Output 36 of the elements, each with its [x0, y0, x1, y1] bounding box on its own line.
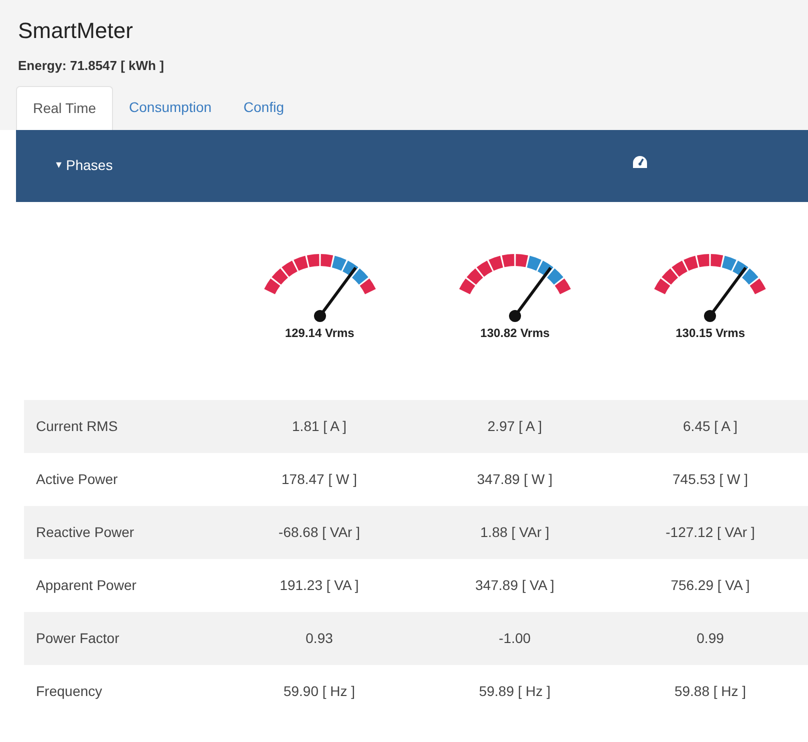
caret-icon: ▾: [56, 157, 62, 174]
row-label: Reactive Power: [35, 522, 136, 542]
table-cell-text: 347.89 [ VA ]: [474, 576, 556, 595]
table-cell-text: 745.53 [ W ]: [672, 470, 749, 489]
tab[interactable]: Consumption: [113, 86, 228, 130]
table-cell-text: 347.89 [ W ]: [476, 470, 554, 489]
table-cell-text: -1.00: [498, 628, 532, 648]
app-title: SmartMeter: [17, 17, 134, 45]
dashboard-icon: [632, 154, 648, 168]
gauge-reading: 130.82 Vrms: [480, 324, 550, 342]
table-cell-text: 2.97 [ A ]: [486, 416, 544, 436]
table-cell-text: 1.81 [ A ]: [291, 416, 348, 436]
tab[interactable]: Config: [228, 86, 300, 130]
gauge-reading: 130.15 Vrms: [676, 324, 746, 342]
table-cell-text: -127.12 [ VAr ]: [664, 522, 756, 542]
row-label: Apparent Power: [35, 576, 138, 595]
row-label: Frequency: [35, 682, 104, 701]
table-cell-text: 0.99: [696, 628, 725, 648]
table-cell-text: -68.68 [ VAr ]: [278, 522, 361, 542]
table-cell-text: 178.47 [ W ]: [280, 470, 358, 489]
row-label: Power Factor: [35, 628, 120, 648]
energy-reading: Energy: 71.8547 [ kWh ]: [18, 57, 165, 75]
tab[interactable]: Real Time: [16, 86, 114, 130]
table-cell-text: 0.93: [304, 628, 334, 648]
panel-header[interactable]: ▾ Phases: [16, 130, 808, 202]
panel-title: Phases: [66, 156, 113, 175]
table-cell-text: 756.29 [ VA ]: [670, 576, 751, 595]
row-label: Active Power: [35, 470, 119, 488]
table-cell-text: 191.23 [ VA ]: [278, 576, 360, 595]
gauge-reading: 129.14 Vrms: [284, 324, 354, 342]
row-label: Current RMS: [35, 416, 119, 436]
table-cell-text: 59.88 [ Hz ]: [673, 682, 748, 701]
table-cell-text: 1.88 [ VAr ]: [479, 522, 550, 542]
table-cell-text: 59.89 [ Hz ]: [478, 682, 552, 701]
table-cell-text: 59.90 [ Hz ]: [282, 682, 356, 701]
table-cell-text: 6.45 [ A ]: [682, 416, 739, 436]
